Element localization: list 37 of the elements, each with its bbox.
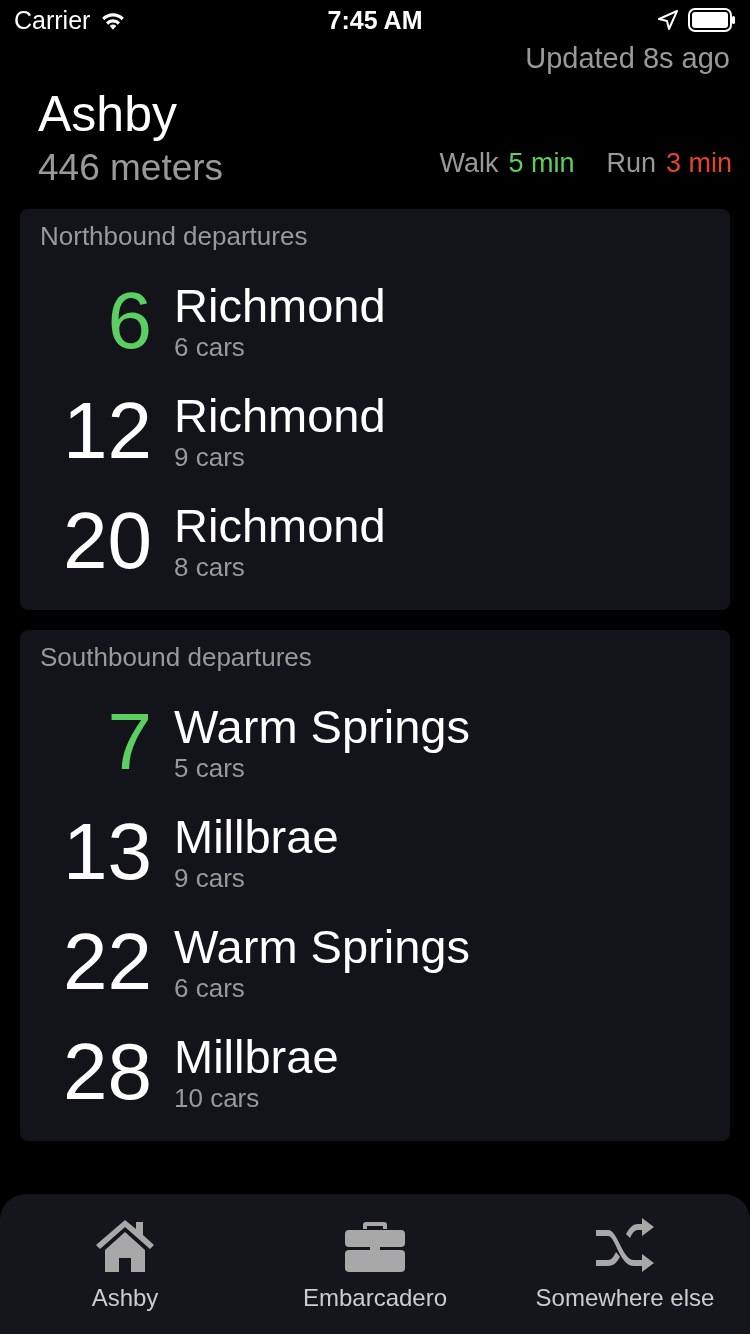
status-time: 7:45 AM [327,5,423,35]
location-arrow-icon [658,10,678,30]
car-count: 9 cars [174,441,246,473]
car-count: 9 cars [174,862,246,894]
battery-icon [688,8,736,32]
destination-name: Warm Springs [174,700,470,753]
destination-name: Richmond [174,389,386,442]
destination-name: Millbrae [174,810,339,863]
car-count: 10 cars [174,1082,261,1114]
updated-label: Updated 8s ago [524,42,731,75]
minutes-until: 7 [106,696,152,788]
destination-name: Millbrae [174,1030,339,1083]
car-count: 5 cars [174,752,246,784]
car-count: 6 cars [174,972,246,1004]
minutes-until: 12 [62,385,152,477]
minutes-until: 22 [62,916,152,1008]
minutes-until: 13 [62,806,152,898]
destination-name: Warm Springs [174,920,470,973]
car-count: 6 cars [174,331,246,363]
station-distance: 446 meters [38,147,224,189]
walk-label: Walk [439,148,499,179]
section-title: Southbound departures [40,642,313,673]
tab-item[interactable]: Ashby [0,1194,250,1334]
section-title: Northbound departures [40,221,309,252]
minutes-until: 28 [62,1026,152,1118]
walk-time: 5 min [508,148,575,179]
minutes-until: 20 [62,495,152,587]
car-count: 8 cars [174,551,246,583]
tab-item[interactable]: Embarcadero [250,1194,500,1334]
station-name: Ashby [38,85,178,143]
tab-item[interactable]: Somewhere else [500,1194,750,1334]
minutes-until: 6 [106,275,152,367]
carrier-name: Carrier [14,5,91,35]
run-label: Run [606,148,656,179]
run-time: 3 min [665,148,732,179]
destination-name: Richmond [174,499,386,552]
destination-name: Richmond [174,279,386,332]
